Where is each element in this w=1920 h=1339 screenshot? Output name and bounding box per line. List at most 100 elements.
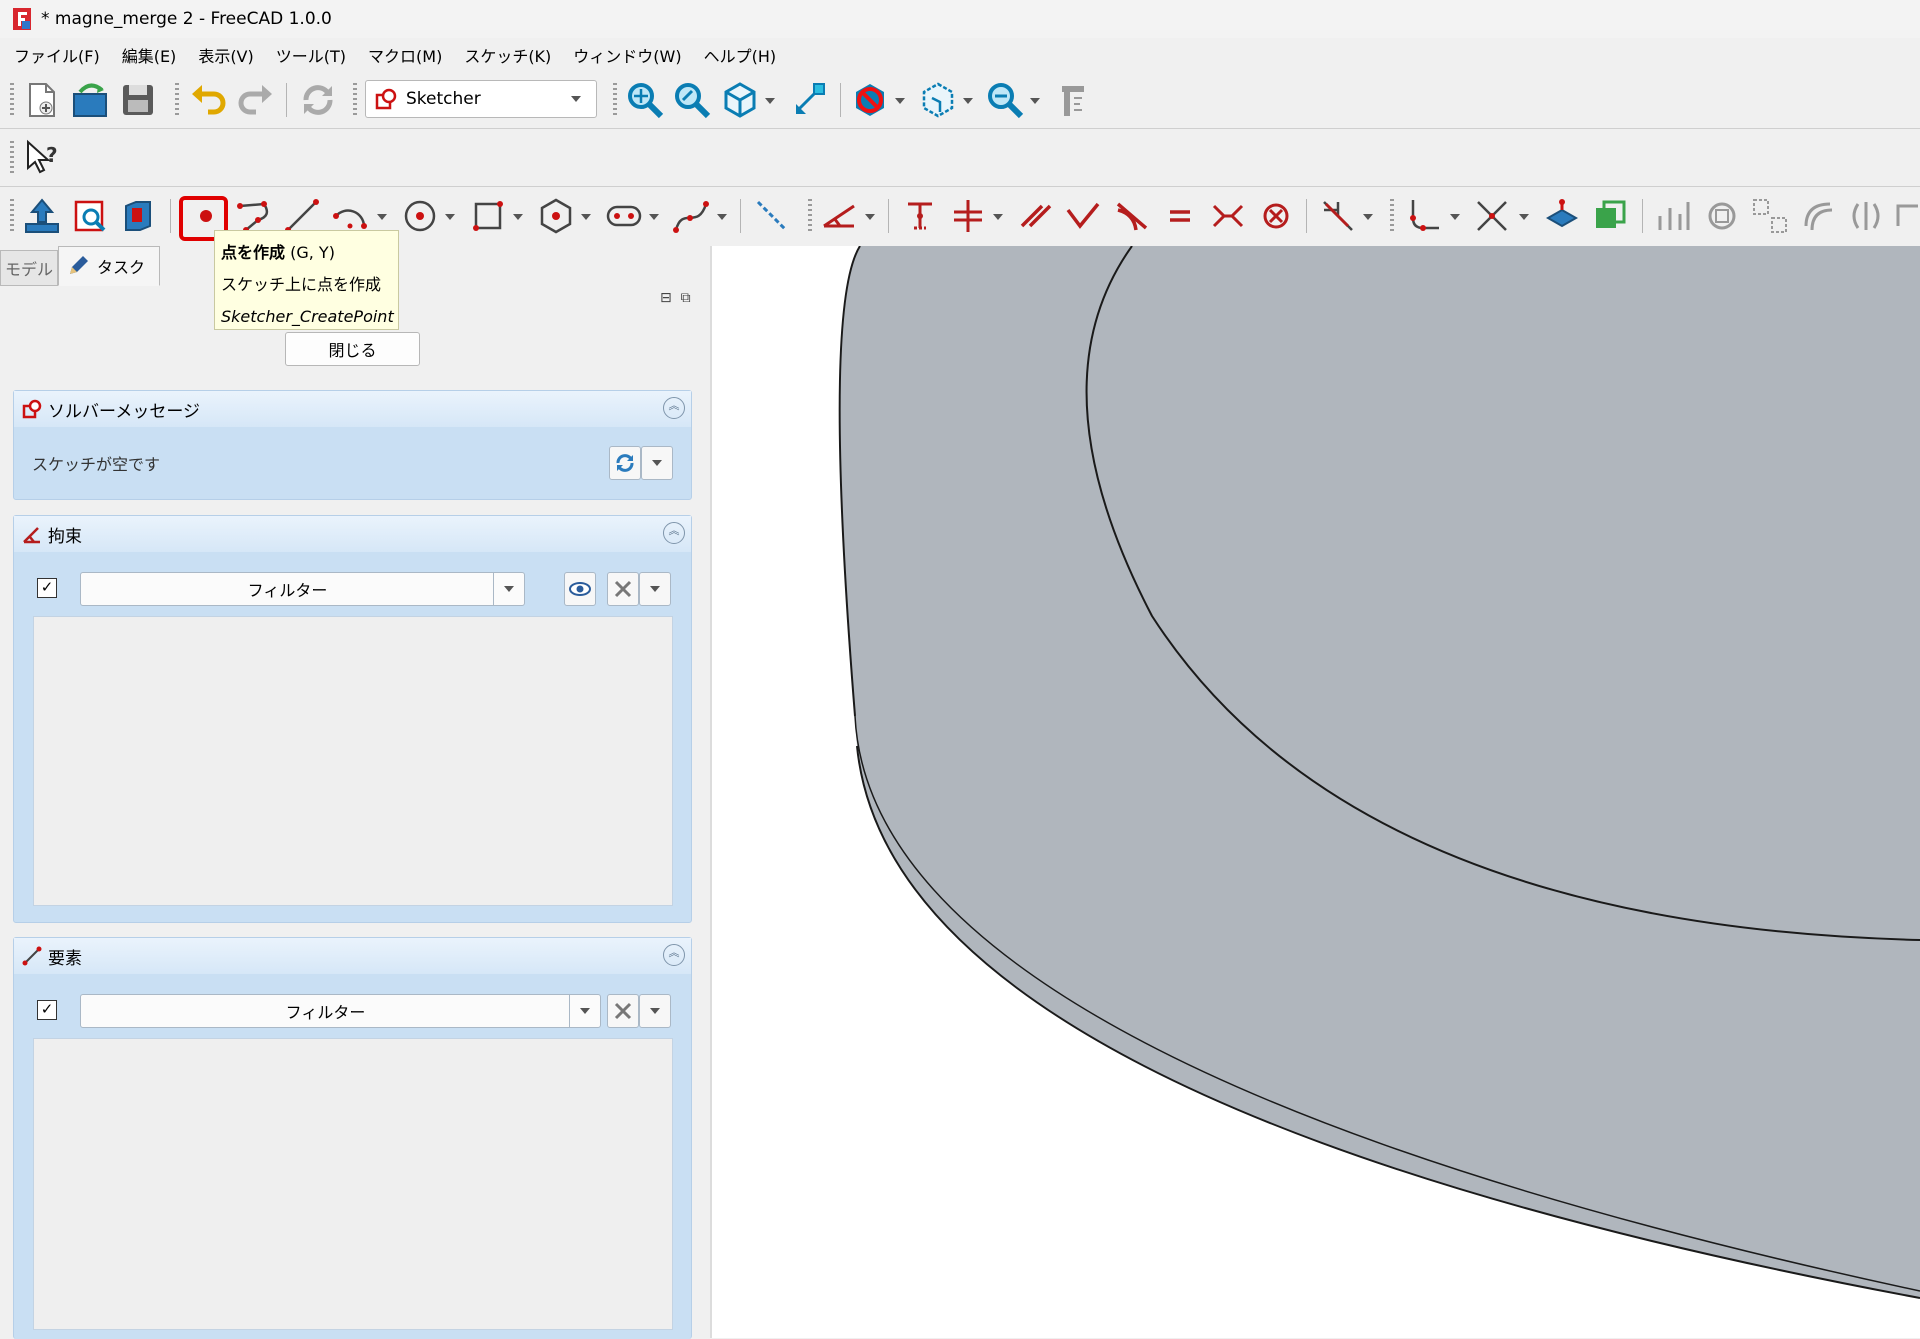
clone-icon[interactable] — [1892, 196, 1920, 236]
menu-macro[interactable]: マクロ(M) — [368, 43, 442, 67]
constraints-list[interactable] — [33, 616, 673, 906]
toggle-driving-icon[interactable] — [1318, 196, 1358, 236]
menu-window[interactable]: ウィンドウ(W) — [573, 43, 681, 67]
tab-task[interactable]: タスク — [58, 246, 160, 286]
undock-icon[interactable]: ⊟ — [660, 290, 672, 306]
measure-tool-icon[interactable] — [1052, 80, 1092, 120]
workbench-selector[interactable]: Sketcher — [365, 80, 597, 118]
tab-model[interactable]: モデル — [0, 250, 58, 286]
new-document-icon[interactable] — [22, 80, 62, 120]
elements-list[interactable] — [33, 1038, 673, 1330]
collapse-icon[interactable]: ︽ — [663, 944, 685, 966]
chevron-down-icon[interactable] — [993, 214, 1003, 220]
horizontal-vertical-constraint-icon[interactable] — [948, 196, 988, 236]
float-icon[interactable]: ⧉ — [681, 290, 691, 306]
menu-help[interactable]: ヘルプ(H) — [704, 43, 777, 67]
coincident-constraint-icon[interactable] — [900, 196, 940, 236]
constraints-panel-header[interactable]: 拘束 ︽ — [14, 516, 691, 552]
undo-icon[interactable] — [188, 80, 228, 120]
measure-distance-icon[interactable] — [790, 80, 830, 120]
constraint-settings-dropdown[interactable] — [639, 572, 671, 606]
dimension-constraint-icon[interactable] — [820, 196, 860, 236]
toolbar-grip[interactable] — [10, 141, 14, 175]
constraints-filter-select[interactable]: フィルター — [80, 572, 525, 606]
tangent-constraint-icon[interactable] — [1112, 196, 1152, 236]
symmetry-icon[interactable] — [1846, 196, 1886, 236]
trim-icon[interactable] — [1472, 196, 1512, 236]
menu-edit[interactable]: 編集(E) — [122, 43, 177, 67]
element-settings-dropdown[interactable] — [639, 994, 671, 1028]
carbon-copy-icon[interactable] — [1590, 196, 1630, 236]
3d-viewport[interactable] — [712, 246, 1920, 1338]
menu-file[interactable]: ファイル(F) — [14, 43, 100, 67]
element-settings-button[interactable] — [607, 994, 639, 1028]
elements-panel-header[interactable]: 要素 ︽ — [14, 938, 691, 974]
rotate-polar-icon[interactable] — [1702, 196, 1742, 236]
menu-tools[interactable]: ツール(T) — [276, 43, 346, 67]
draw-style-icon[interactable] — [850, 80, 890, 120]
constraints-panel-title: 拘束 — [48, 526, 82, 547]
constraints-panel: 拘束 ︽ ✓ フィルター — [13, 515, 692, 923]
fit-selection-icon[interactable] — [672, 80, 712, 120]
toolbar-grip[interactable] — [10, 199, 14, 233]
chevron-down-icon[interactable] — [445, 214, 455, 220]
elements-checkbox[interactable]: ✓ — [37, 1000, 57, 1020]
chevron-down-icon[interactable] — [513, 214, 523, 220]
solver-panel-header[interactable]: ソルバーメッセージ ︽ — [14, 391, 691, 427]
array-icon[interactable] — [1750, 196, 1790, 236]
chevron-down-icon[interactable] — [1030, 98, 1040, 104]
parallel-constraint-icon[interactable] — [1016, 196, 1056, 236]
chevron-down-icon[interactable] — [717, 214, 727, 220]
visibility-button[interactable] — [564, 572, 596, 606]
chevron-down-icon[interactable] — [377, 214, 387, 220]
chevron-down-icon[interactable] — [1363, 214, 1373, 220]
perpendicular-constraint-icon[interactable] — [1064, 196, 1104, 236]
external-geometry-icon[interactable] — [1542, 196, 1582, 236]
view-sketch-icon[interactable] — [70, 196, 110, 236]
create-bspline-icon[interactable] — [672, 196, 712, 236]
leave-sketch-icon[interactable] — [22, 196, 62, 236]
save-icon[interactable] — [118, 80, 158, 120]
chevron-down-icon[interactable] — [895, 98, 905, 104]
block-constraint-icon[interactable] — [1256, 196, 1296, 236]
create-rectangle-icon[interactable] — [468, 196, 508, 236]
fillet-icon[interactable] — [1403, 196, 1443, 236]
constraint-settings-button[interactable] — [607, 572, 639, 606]
close-button[interactable]: 閉じる — [285, 332, 420, 366]
bounding-box-icon[interactable] — [918, 80, 958, 120]
zoom-icon[interactable] — [985, 80, 1025, 120]
isometric-view-icon[interactable] — [720, 80, 760, 120]
constraints-checkbox[interactable]: ✓ — [37, 578, 57, 598]
create-slot-icon[interactable] — [604, 196, 644, 236]
chevron-down-icon[interactable] — [963, 98, 973, 104]
collapse-icon[interactable]: ︽ — [663, 522, 685, 544]
update-button[interactable] — [609, 446, 641, 480]
toggle-construction-icon[interactable] — [752, 196, 792, 236]
create-polygon-icon[interactable] — [536, 196, 576, 236]
chevron-down-icon[interactable] — [1519, 214, 1529, 220]
whats-this-icon[interactable]: ? — [22, 138, 62, 178]
menu-sketch[interactable]: スケッチ(K) — [464, 43, 551, 67]
update-options-dropdown[interactable] — [641, 446, 673, 480]
fit-all-icon[interactable] — [625, 80, 665, 120]
chevron-down-icon[interactable] — [581, 214, 591, 220]
toolbar-grip[interactable] — [10, 83, 14, 117]
select-origin-icon[interactable] — [1654, 196, 1694, 236]
chevron-down-icon[interactable] — [1450, 214, 1460, 220]
collapse-icon[interactable]: ︽ — [663, 397, 685, 419]
open-document-icon[interactable] — [70, 80, 110, 120]
workbench-label: Sketcher — [406, 89, 481, 109]
create-circle-icon[interactable] — [400, 196, 440, 236]
elements-filter-select[interactable]: フィルター — [80, 994, 601, 1028]
redo-icon[interactable] — [236, 80, 276, 120]
menu-view[interactable]: 表示(V) — [198, 43, 253, 67]
equal-constraint-icon[interactable] — [1160, 196, 1200, 236]
chevron-down-icon[interactable] — [765, 98, 775, 104]
chevron-down-icon[interactable] — [865, 214, 875, 220]
refresh-icon[interactable] — [298, 80, 338, 120]
chevron-down-icon[interactable] — [649, 214, 659, 220]
symmetric-constraint-icon[interactable] — [1208, 196, 1248, 236]
view-section-icon[interactable] — [118, 196, 158, 236]
offset-icon[interactable] — [1798, 196, 1838, 236]
main-toolbar — [0, 72, 1920, 129]
